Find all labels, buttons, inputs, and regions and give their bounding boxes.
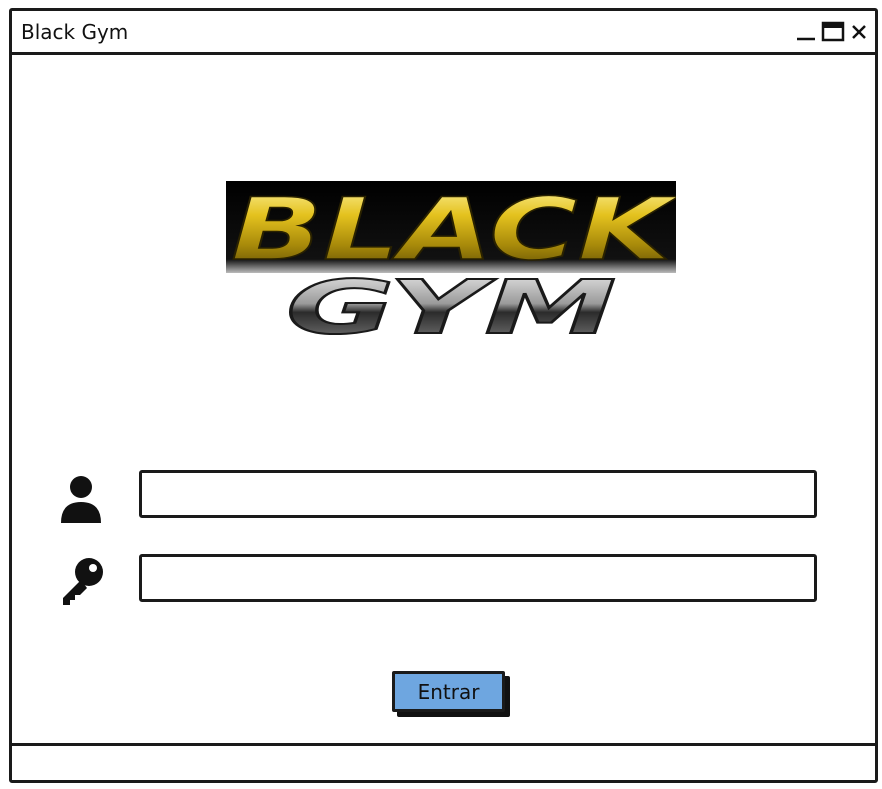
entrar-button[interactable]: Entrar bbox=[392, 671, 505, 712]
maximize-icon[interactable] bbox=[821, 20, 845, 42]
status-bar bbox=[12, 743, 875, 780]
key-icon bbox=[63, 558, 103, 605]
title-bar: Black Gym bbox=[12, 11, 875, 55]
close-icon[interactable] bbox=[849, 20, 869, 42]
window-controls bbox=[795, 20, 869, 42]
black-gym-logo: BLACK GYM bbox=[226, 179, 676, 339]
window-title: Black Gym bbox=[21, 20, 129, 44]
submit-button-wrapper: Entrar bbox=[392, 671, 512, 719]
logo-line-gym: GYM bbox=[286, 265, 616, 339]
user-icon bbox=[61, 476, 101, 523]
app-window: Black Gym BLACK GYM Entrar bbox=[9, 8, 878, 783]
username-input[interactable] bbox=[139, 470, 817, 518]
minimize-icon[interactable] bbox=[795, 20, 817, 42]
password-input[interactable] bbox=[139, 554, 817, 602]
